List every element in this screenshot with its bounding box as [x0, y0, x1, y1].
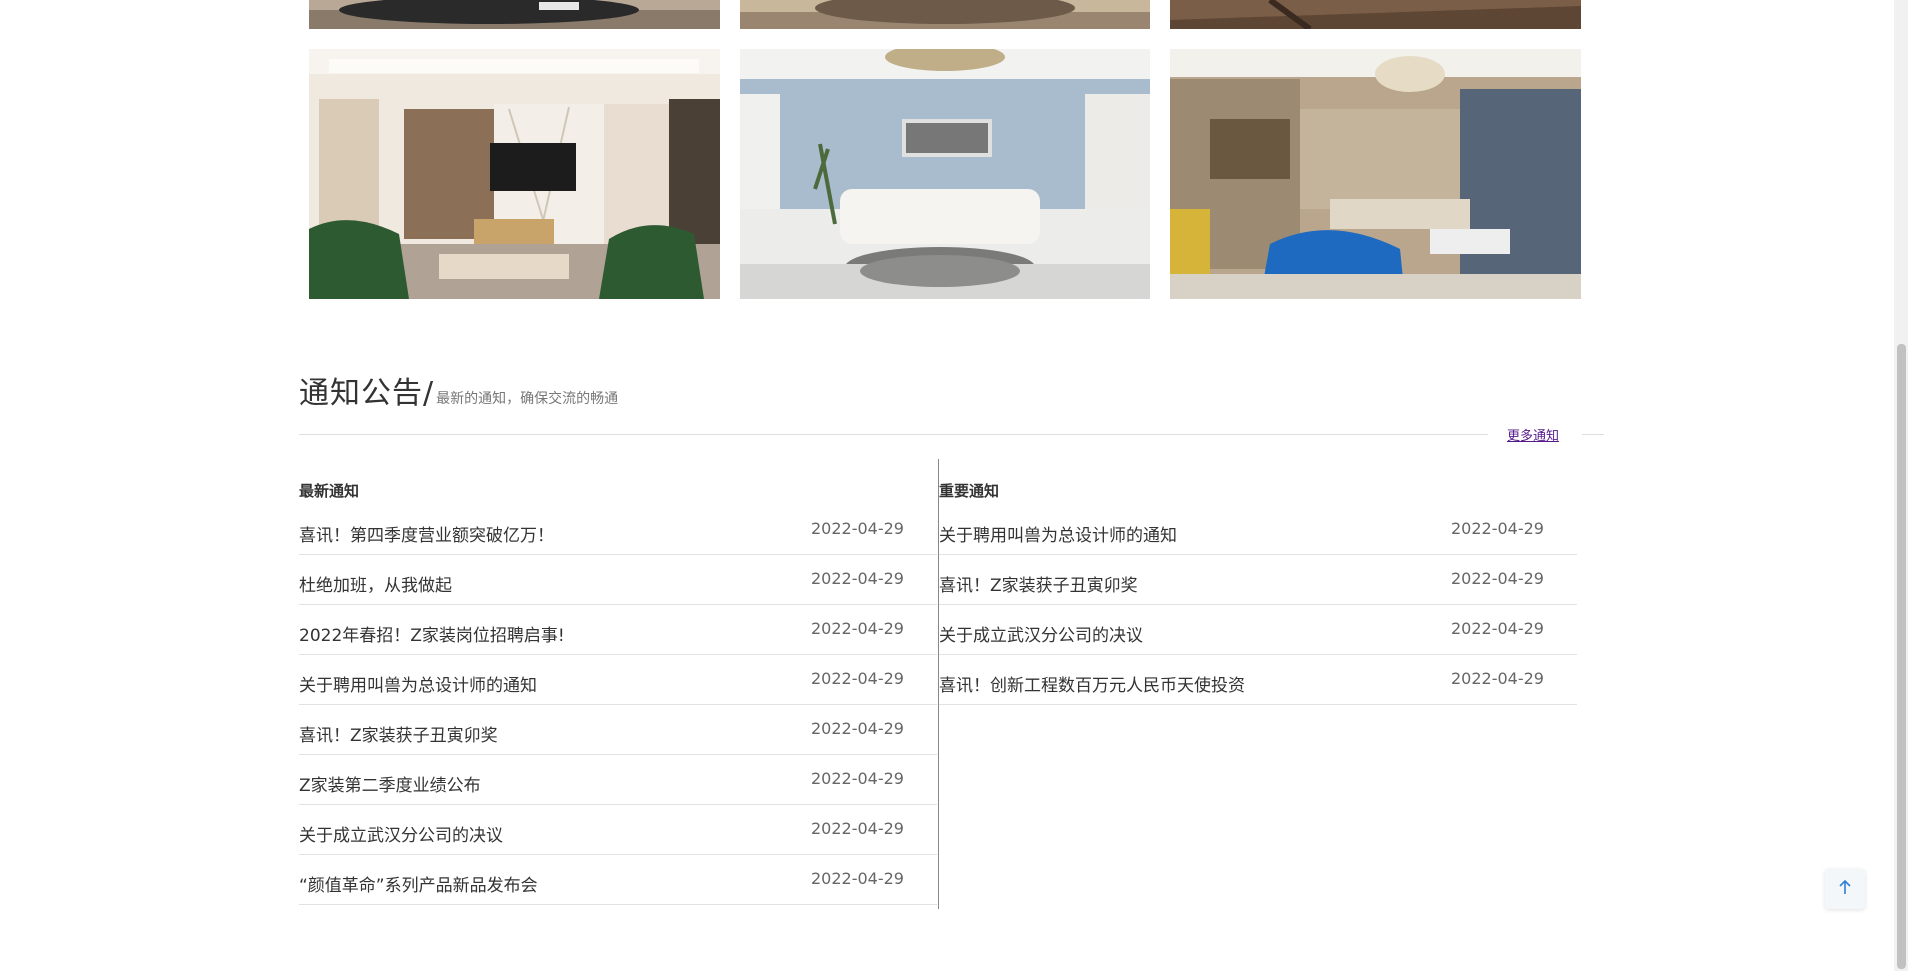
gallery-photo-living-room-blue-sofa[interactable]: [1170, 49, 1581, 299]
notice-title[interactable]: 关于成立武汉分公司的决议: [299, 821, 503, 846]
notice-date: 2022-04-29: [1451, 569, 1544, 588]
notice-title[interactable]: 关于聘用叫兽为总设计师的通知: [299, 671, 537, 696]
notice-date: 2022-04-29: [811, 669, 904, 688]
notice-date: 2022-04-29: [1451, 669, 1544, 688]
important-notices-list: 重要通知 关于聘用叫兽为总设计师的通知 2022-04-29 喜讯！Z家装获子丑…: [939, 459, 1577, 705]
notice-title[interactable]: 杜绝加班，从我做起: [299, 571, 452, 596]
notices-subtitle: 最新的通知，确保交流的畅通: [436, 391, 619, 407]
notices-title-divider-left: [299, 434, 1488, 435]
notice-title[interactable]: 喜讯！创新工程数百万元人民币天使投资: [939, 671, 1245, 696]
notice-item[interactable]: 喜讯！第四季度营业额突破亿万！ 2022-04-29: [299, 505, 937, 555]
more-notices-link[interactable]: 更多通知: [1507, 425, 1559, 444]
notice-date: 2022-04-29: [811, 619, 904, 638]
latest-notices-heading: 最新通知: [299, 482, 360, 500]
notice-date: 2022-04-29: [811, 769, 904, 788]
notice-item[interactable]: “颜值革命”系列产品新品发布会 2022-04-29: [299, 855, 937, 905]
notice-date: 2022-04-29: [811, 869, 904, 888]
notice-title[interactable]: Z家装第二季度业绩公布: [299, 771, 481, 796]
gallery-photo-top-3[interactable]: [1170, 0, 1581, 29]
gallery-photo-top-1[interactable]: [309, 0, 720, 29]
notice-title[interactable]: 喜讯！第四季度营业额突破亿万！: [299, 521, 554, 546]
notices-section-title: 通知公告/最新的通知，确保交流的畅通: [299, 368, 618, 412]
latest-notices-list: 最新通知 喜讯！第四季度营业额突破亿万！ 2022-04-29 杜绝加班，从我做…: [299, 459, 937, 905]
gallery-photo-top-2[interactable]: [740, 0, 1150, 29]
notice-date: 2022-04-29: [811, 819, 904, 838]
notice-date: 2022-04-29: [811, 719, 904, 738]
notice-title[interactable]: “颜值革命”系列产品新品发布会: [299, 871, 538, 896]
gallery-photo-living-room-blue-wall[interactable]: [740, 49, 1150, 299]
notice-item[interactable]: 关于聘用叫兽为总设计师的通知 2022-04-29: [939, 505, 1577, 555]
notice-item[interactable]: 关于聘用叫兽为总设计师的通知 2022-04-29: [299, 655, 937, 705]
important-notices-heading: 重要通知: [939, 482, 1000, 500]
notices-title-divider-right: [1582, 434, 1604, 435]
notice-title[interactable]: 关于聘用叫兽为总设计师的通知: [939, 521, 1177, 546]
notice-date: 2022-04-29: [1451, 619, 1544, 638]
gallery-photo-living-room-green-sofa[interactable]: [309, 49, 720, 299]
notice-title[interactable]: 2022年春招！Z家装岗位招聘启事!: [299, 621, 565, 646]
notice-title[interactable]: 喜讯！Z家装获子丑寅卯奖: [939, 571, 1138, 596]
notice-item[interactable]: 2022年春招！Z家装岗位招聘启事! 2022-04-29: [299, 605, 937, 655]
notice-title[interactable]: 关于成立武汉分公司的决议: [939, 621, 1143, 646]
notice-item[interactable]: 关于成立武汉分公司的决议 2022-04-29: [939, 605, 1577, 655]
notice-item[interactable]: 关于成立武汉分公司的决议 2022-04-29: [299, 805, 937, 855]
notice-item[interactable]: 杜绝加班，从我做起 2022-04-29: [299, 555, 937, 605]
page-scrollbar[interactable]: [1894, 0, 1908, 971]
notices-title: 通知公告/: [299, 376, 435, 411]
notice-item[interactable]: 喜讯！Z家装获子丑寅卯奖 2022-04-29: [939, 555, 1577, 605]
notice-date: 2022-04-29: [1451, 519, 1544, 538]
notice-date: 2022-04-29: [811, 569, 904, 588]
arrow-up-icon: [1838, 879, 1852, 899]
notice-item[interactable]: 喜讯！创新工程数百万元人民币天使投资 2022-04-29: [939, 655, 1577, 705]
notice-date: 2022-04-29: [811, 519, 904, 538]
notice-title[interactable]: 喜讯！Z家装获子丑寅卯奖: [299, 721, 498, 746]
scrollbar-thumb[interactable]: [1897, 344, 1906, 969]
back-to-top-button[interactable]: [1825, 869, 1865, 909]
notice-item[interactable]: 喜讯！Z家装获子丑寅卯奖 2022-04-29: [299, 705, 937, 755]
notice-item[interactable]: Z家装第二季度业绩公布 2022-04-29: [299, 755, 937, 805]
